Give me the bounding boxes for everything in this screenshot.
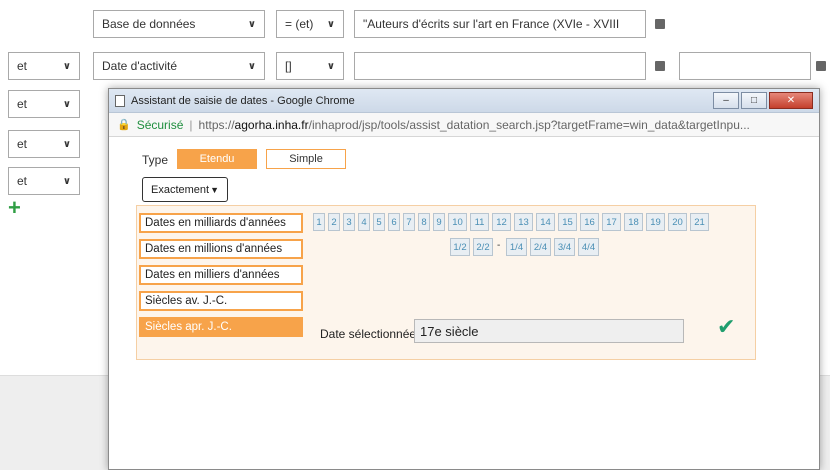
- logic-select-label: et: [17, 137, 28, 151]
- century-button-10[interactable]: 10: [448, 213, 467, 231]
- century-button-15[interactable]: 15: [558, 213, 577, 231]
- logic-select-row2[interactable]: et ∨: [8, 52, 80, 80]
- url-scheme: https://: [198, 117, 235, 132]
- dropdown-arrow-icon: ▼: [210, 184, 219, 195]
- century-button-13[interactable]: 13: [514, 213, 533, 231]
- category-siecles-apr[interactable]: Siècles apr. J.-C.: [139, 317, 303, 337]
- logic-select-row5[interactable]: et ∨: [8, 167, 80, 195]
- address-bar[interactable]: 🔒 Sécurisé | https:// agorha.inha.fr /in…: [109, 113, 819, 137]
- century-button-16[interactable]: 16: [580, 213, 599, 231]
- fraction-button-2-4[interactable]: 2/4: [530, 238, 551, 256]
- calendar-icon[interactable]: [816, 61, 826, 71]
- database-select[interactable]: Base de données ∨: [93, 10, 265, 38]
- category-milliards[interactable]: Dates en milliards d'années: [139, 213, 303, 233]
- category-milliers[interactable]: Dates en milliers d'années: [139, 265, 303, 285]
- date-from-input[interactable]: [354, 52, 646, 80]
- operator-select[interactable]: = (et) ∨: [276, 10, 344, 38]
- lock-icon: 🔒: [117, 119, 131, 131]
- century-button-20[interactable]: 20: [668, 213, 687, 231]
- date-picker-panel: Dates en milliards d'années Dates en mil…: [136, 205, 756, 360]
- page-icon: [115, 94, 125, 107]
- operator-select-label: = (et): [285, 17, 314, 31]
- fraction-button-1-2[interactable]: 1/2: [450, 238, 470, 256]
- chevron-down-icon: ∨: [326, 18, 335, 30]
- url-host: agorha.inha.fr: [234, 117, 309, 132]
- assistant-content: Type Etendu Simple Exactement ▼ Dates en…: [109, 137, 819, 469]
- database-value-text: "Auteurs d'écrits sur l'art en France (X…: [363, 17, 620, 31]
- logic-select-label: et: [17, 97, 28, 111]
- category-millions[interactable]: Dates en millions d'années: [139, 239, 303, 259]
- fraction-button-2-2[interactable]: 2/2: [473, 238, 493, 256]
- chevron-down-icon: ∨: [62, 98, 71, 110]
- century-button-7[interactable]: 7: [403, 213, 415, 231]
- fraction-button-3-4[interactable]: 3/4: [554, 238, 575, 256]
- logic-select-row3[interactable]: et ∨: [8, 90, 80, 118]
- add-row-icon[interactable]: +: [8, 197, 21, 219]
- selected-date-input[interactable]: 17e siècle: [414, 319, 684, 343]
- fraction-button-4-4[interactable]: 4/4: [578, 238, 599, 256]
- chevron-down-icon: ∨: [247, 18, 256, 30]
- date-assistant-window: Assistant de saisie de dates - Google Ch…: [108, 88, 820, 470]
- century-button-14[interactable]: 14: [536, 213, 555, 231]
- secure-label: Sécurisé: [136, 117, 184, 132]
- minimize-button[interactable]: –: [713, 92, 739, 109]
- chevron-down-icon: ∨: [326, 60, 335, 72]
- calendar-icon[interactable]: [655, 61, 665, 71]
- century-button-18[interactable]: 18: [624, 213, 643, 231]
- chevron-down-icon: ∨: [247, 60, 256, 72]
- century-button-19[interactable]: 19: [646, 213, 665, 231]
- window-titlebar[interactable]: Assistant de saisie de dates - Google Ch…: [109, 89, 819, 113]
- field-select-label: Date d'activité: [102, 59, 177, 73]
- mode-select-label: Exactement: [151, 183, 210, 196]
- fraction-dash: -: [497, 240, 501, 251]
- window-title: Assistant de saisie de dates - Google Ch…: [131, 94, 355, 107]
- url-path: /inhaprod/jsp/tools/assist_datation_sear…: [308, 117, 750, 132]
- century-button-6[interactable]: 6: [388, 213, 400, 231]
- type-etendu-button[interactable]: Etendu: [177, 149, 257, 169]
- century-button-9[interactable]: 9: [433, 213, 445, 231]
- century-button-2[interactable]: 2: [328, 213, 340, 231]
- operator-select-label: []: [285, 59, 292, 73]
- date-to-input[interactable]: [679, 52, 811, 80]
- logic-select-label: et: [17, 59, 28, 73]
- database-select-label: Base de données: [102, 17, 196, 31]
- mode-select[interactable]: Exactement ▼: [142, 177, 228, 202]
- logic-select-row4[interactable]: et ∨: [8, 130, 80, 158]
- checkmark-icon[interactable]: ✔: [717, 314, 735, 340]
- century-button-8[interactable]: 8: [418, 213, 430, 231]
- century-button-11[interactable]: 11: [470, 213, 489, 231]
- database-value-input[interactable]: "Auteurs d'écrits sur l'art en France (X…: [354, 10, 646, 38]
- century-button-12[interactable]: 12: [492, 213, 511, 231]
- operator-select-row2[interactable]: [] ∨: [276, 52, 344, 80]
- chevron-down-icon: ∨: [62, 138, 71, 150]
- century-button-4[interactable]: 4: [358, 213, 370, 231]
- window-controls: – □ ✕: [713, 92, 813, 109]
- category-siecles-av[interactable]: Siècles av. J.-C.: [139, 291, 303, 311]
- selected-date-label: Date sélectionnée: [320, 327, 417, 341]
- book-icon[interactable]: [655, 19, 665, 29]
- century-button-5[interactable]: 5: [373, 213, 385, 231]
- logic-select-label: et: [17, 174, 28, 188]
- maximize-button[interactable]: □: [741, 92, 767, 109]
- fraction-button-1-4[interactable]: 1/4: [506, 238, 527, 256]
- close-button[interactable]: ✕: [769, 92, 813, 109]
- chevron-down-icon: ∨: [62, 60, 71, 72]
- century-button-3[interactable]: 3: [343, 213, 355, 231]
- address-separator: |: [189, 117, 193, 132]
- type-simple-button[interactable]: Simple: [266, 149, 346, 169]
- century-button-17[interactable]: 17: [602, 213, 621, 231]
- type-label: Type: [142, 153, 169, 167]
- chevron-down-icon: ∨: [62, 175, 71, 187]
- field-select-row2[interactable]: Date d'activité ∨: [93, 52, 265, 80]
- century-button-21[interactable]: 21: [690, 213, 709, 231]
- century-button-1[interactable]: 1: [313, 213, 325, 231]
